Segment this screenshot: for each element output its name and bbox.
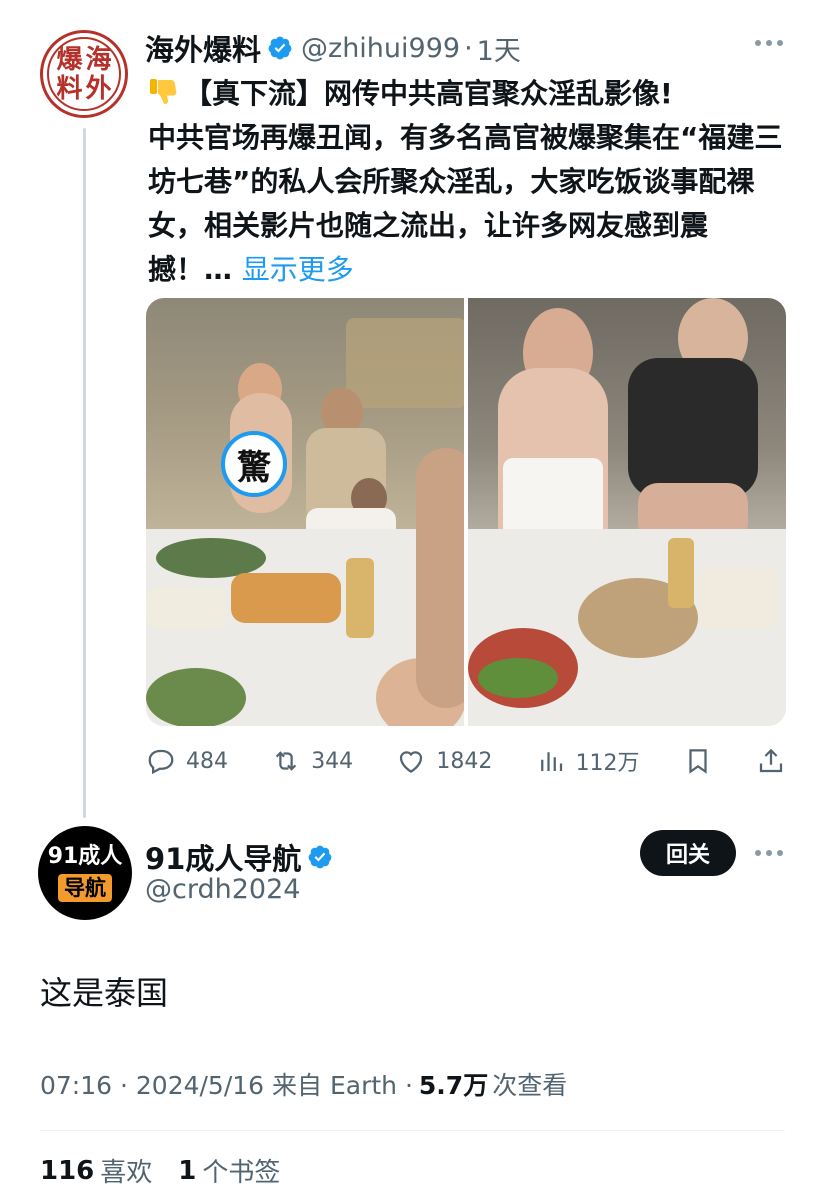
more-options-icon[interactable] xyxy=(755,40,783,46)
post-headline: 【真下流】网传中共高官聚众淫乱影像! xyxy=(184,77,673,110)
censor-badge: 驚 xyxy=(221,431,287,497)
media-gallery[interactable]: 驚 xyxy=(146,298,786,726)
repost-icon xyxy=(276,751,297,771)
bar-chart-icon xyxy=(540,752,562,771)
view-label: 次查看 xyxy=(492,1071,568,1100)
more-options-icon[interactable] xyxy=(755,850,783,856)
share-button[interactable] xyxy=(756,746,786,776)
seal-char: 外 xyxy=(85,73,112,104)
reply-count: 484 xyxy=(186,748,228,774)
heart-icon xyxy=(400,751,423,773)
views-count: 112万 xyxy=(575,751,640,776)
reply-icon xyxy=(148,749,174,775)
bookmarks-label[interactable]: 个书签 xyxy=(202,1152,280,1189)
separator-dot: · xyxy=(464,32,473,64)
seal-char: 爆 xyxy=(56,44,83,75)
bookmarks-count[interactable]: 1 xyxy=(178,1156,196,1186)
repost-count: 344 xyxy=(311,748,354,774)
seal-char: 海 xyxy=(85,44,112,75)
avatar-logo-text: 91成人 xyxy=(47,844,123,869)
verified-badge-icon xyxy=(307,844,333,870)
reply-button[interactable]: 484 xyxy=(146,746,228,776)
bookmark-icon xyxy=(689,749,707,774)
reply-text: 这是泰国 xyxy=(40,974,169,1012)
post-timestamp[interactable]: 07:16 · 2024/5/16 来自 Earth · xyxy=(40,1066,413,1102)
view-count: 5.7万 xyxy=(418,1071,489,1100)
seal-logo: 海 爆 外 料 xyxy=(47,37,121,111)
likes-count[interactable]: 116 xyxy=(40,1156,94,1186)
like-count: 1842 xyxy=(436,748,493,774)
avatar[interactable]: 海 爆 外 料 xyxy=(40,30,128,118)
thumbs-down-icon xyxy=(148,76,180,108)
thread-connector-line xyxy=(83,128,86,818)
media-image-right[interactable] xyxy=(468,298,786,726)
post-header: 91成人导航 xyxy=(145,836,333,878)
like-button[interactable]: 1842 xyxy=(396,746,492,776)
author-handle[interactable]: @zhihui999 xyxy=(301,33,460,64)
author-name[interactable]: 海外爆料 xyxy=(145,27,261,69)
views-button[interactable]: 112万 xyxy=(536,745,640,777)
bookmark-button[interactable] xyxy=(683,746,713,776)
post-actions: 484 344 1842 112万 xyxy=(146,740,786,782)
media-image-left[interactable]: 驚 xyxy=(146,298,464,726)
follow-back-button[interactable]: 回关 xyxy=(640,830,736,876)
verified-badge-icon xyxy=(267,35,293,61)
avatar[interactable]: 91成人 导航 xyxy=(38,826,132,920)
author-name[interactable]: 91成人导航 xyxy=(145,836,301,878)
post-body: 【真下流】网传中共高官聚众淫乱影像! 中共官场再爆丑闻，有多名高官被爆聚集在“福… xyxy=(148,72,788,292)
likes-label[interactable]: 喜欢 xyxy=(100,1152,152,1189)
show-more-link[interactable]: 显示更多 xyxy=(242,253,354,286)
seal-char: 料 xyxy=(56,73,83,104)
divider xyxy=(40,1130,785,1131)
post-time[interactable]: 1天 xyxy=(477,29,521,68)
post-stats: 116 喜欢 1 个书签 xyxy=(40,1152,280,1189)
avatar-logo-badge: 导航 xyxy=(58,874,112,902)
post-header: 海外爆料 @zhihui999 · 1天 xyxy=(145,28,521,68)
author-handle[interactable]: @crdh2024 xyxy=(145,874,300,905)
post-meta: 07:16 · 2024/5/16 来自 Earth · 5.7万 次查看 xyxy=(40,1066,567,1102)
repost-button[interactable]: 344 xyxy=(271,746,353,776)
share-icon xyxy=(759,748,783,773)
